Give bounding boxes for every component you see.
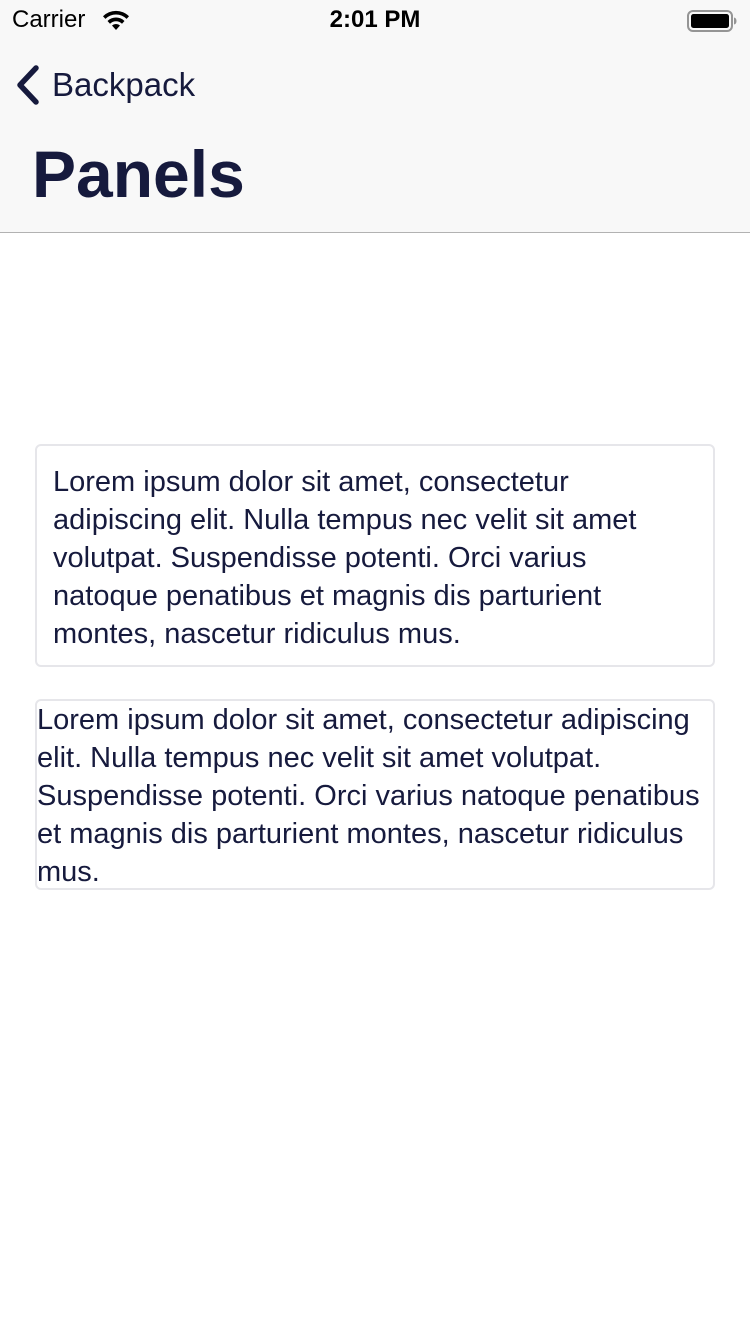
chevron-left-icon xyxy=(17,65,39,105)
navigation-bar: Backpack Panels xyxy=(0,40,750,233)
panel-padded: Lorem ipsum dolor sit amet, consectetur … xyxy=(35,444,715,667)
back-button-label: Backpack xyxy=(52,66,196,103)
panel-text: Lorem ipsum dolor sit amet, consectetur … xyxy=(53,466,637,650)
panel-unpadded: Lorem ipsum dolor sit amet, consectetur … xyxy=(35,699,715,890)
screen: Carrier 2:01 PM Backpack Panels Lorem ip… xyxy=(0,0,750,1334)
page-title: Panels xyxy=(32,137,245,211)
status-bar: Carrier 2:01 PM xyxy=(0,0,750,40)
clock-label: 2:01 PM xyxy=(329,6,421,33)
panel-text: Lorem ipsum dolor sit amet, consectetur … xyxy=(37,704,700,888)
battery-icon xyxy=(687,10,737,32)
back-button[interactable]: Backpack xyxy=(14,62,195,108)
